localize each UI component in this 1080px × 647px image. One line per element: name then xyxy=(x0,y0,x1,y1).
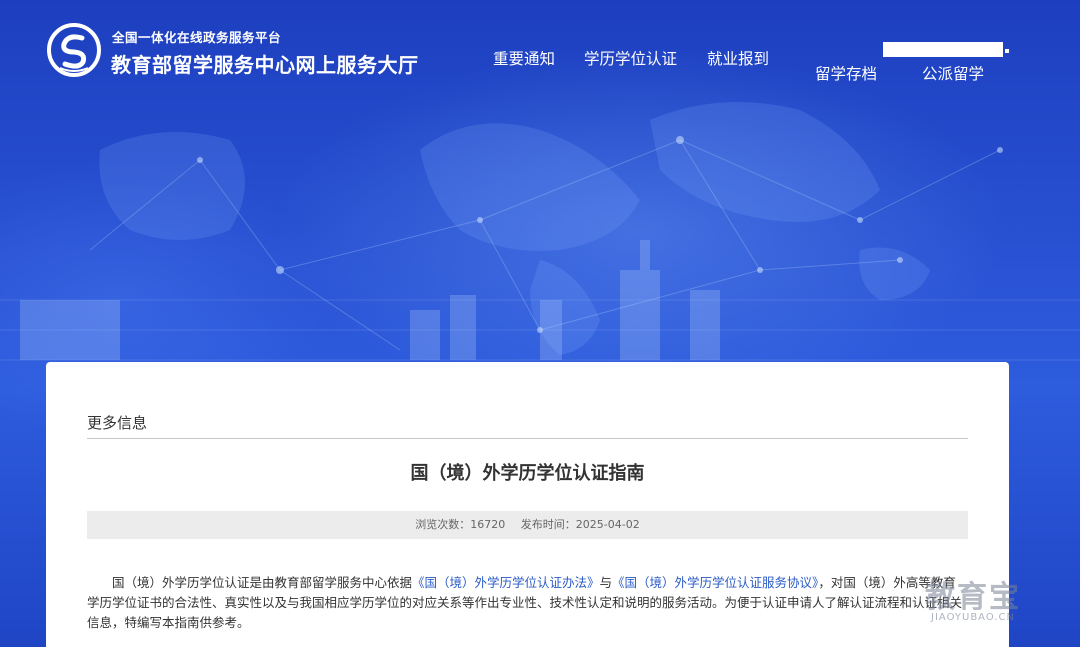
date-meta: 发布时间：2025-04-02 xyxy=(521,518,640,531)
watermark: 教育宝 JIAOYUBAO.CN xyxy=(925,572,1075,632)
article-title: 国（境）外学历学位认证指南 xyxy=(410,463,645,484)
service-agreement-link[interactable]: 《国（境）外学历学位认证服务协议》 xyxy=(612,575,818,590)
publish-date: 2025-04-02 xyxy=(575,518,640,531)
cscse-logo-icon[interactable] xyxy=(46,22,102,78)
paragraph-text-2: 与 xyxy=(599,575,613,590)
watermark-domain: JIAOYUBAO.CN xyxy=(931,612,1015,623)
content-card: 更多信息 国（境）外学历学位认证指南 浏览次数：16720 发布时间：2025-… xyxy=(46,362,1009,647)
user-account-dot xyxy=(1005,49,1009,53)
user-account-redacted[interactable] xyxy=(883,42,1003,57)
nav-government-sponsored[interactable]: 公派留学 xyxy=(922,62,984,84)
section-divider xyxy=(87,438,968,439)
site-title[interactable]: 教育部留学服务中心网上服务大厅 xyxy=(111,49,419,78)
article-intro-paragraph: 国（境）外学历学位认证是由教育部留学服务中心依据《国（境）外学历学位认证办法》与… xyxy=(87,573,968,633)
platform-subtitle: 全国一体化在线政务服务平台 xyxy=(112,30,282,45)
article-meta-bar: 浏览次数：16720 发布时间：2025-04-02 xyxy=(87,511,968,539)
views-meta: 浏览次数：16720 xyxy=(415,518,505,531)
date-label: 发布时间： xyxy=(520,518,576,531)
nav-important-notice[interactable]: 重要通知 xyxy=(493,47,555,69)
watermark-text: 教育宝 xyxy=(925,580,1021,615)
nav-study-abroad-archive[interactable]: 留学存档 xyxy=(815,62,877,84)
section-label: 更多信息 xyxy=(87,414,148,432)
paragraph-text-1: 国（境）外学历学位认证是由教育部留学服务中心依据 xyxy=(112,575,413,590)
nav-employment-registration[interactable]: 就业报到 xyxy=(707,47,769,69)
nav-degree-certification[interactable]: 学历学位认证 xyxy=(584,47,677,69)
certification-measures-link[interactable]: 《国（境）外学历学位认证办法》 xyxy=(412,575,600,590)
views-count: 16720 xyxy=(470,518,506,531)
views-label: 浏览次数： xyxy=(415,518,471,531)
site-header: 全国一体化在线政务服务平台 教育部留学服务中心网上服务大厅 重要通知 学历学位认… xyxy=(0,0,1080,100)
